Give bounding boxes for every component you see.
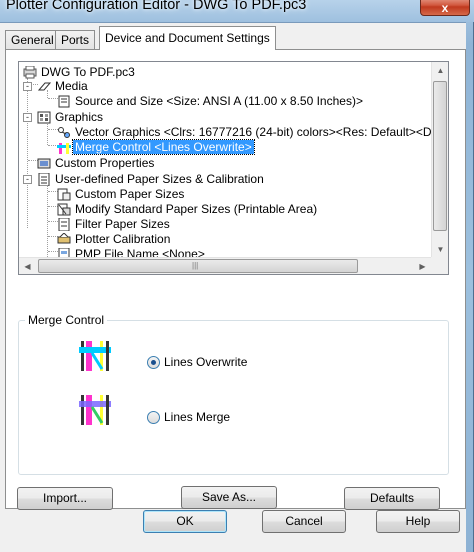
- tree-horizontal-scrollbar[interactable]: ◀ ||| ▶: [19, 257, 431, 274]
- import-button[interactable]: Import...: [17, 487, 113, 510]
- tree-item-label: Vector Graphics <Clrs: 16777216 (24-bit)…: [75, 125, 449, 139]
- tree-item-source-size[interactable]: Source and Size <Size: ANSI A (11.00 x 8…: [57, 94, 365, 109]
- tree-item-custom-properties[interactable]: Custom Properties: [37, 156, 156, 171]
- tree-item-custom-paper-sizes[interactable]: Custom Paper Sizes: [57, 187, 186, 202]
- cancel-button[interactable]: Cancel: [262, 510, 346, 533]
- vector-graphics-icon: [58, 127, 70, 138]
- radio-unchecked-icon[interactable]: [147, 411, 160, 424]
- settings-tree[interactable]: DWG To PDF.pc3 - Media Source and Size <…: [18, 61, 449, 275]
- tree-item-root[interactable]: DWG To PDF.pc3: [23, 65, 137, 80]
- tree-item-label: Custom Properties: [55, 156, 155, 170]
- tree-item-modify-paper-sizes[interactable]: Modify Standard Paper Sizes (Printable A…: [57, 202, 319, 217]
- merge-control-group: Merge Control Lines Overwrite Lines Merg…: [18, 313, 449, 475]
- tab-device-document-settings[interactable]: Device and Document Settings: [99, 26, 276, 50]
- source-size-icon: [58, 95, 70, 108]
- scroll-up-icon[interactable]: ▲: [432, 62, 448, 79]
- filter-paper-icon: [58, 218, 70, 231]
- media-icon: [37, 82, 51, 91]
- grip-icon: |||: [192, 261, 199, 270]
- tree-item-filter-paper-sizes[interactable]: Filter Paper Sizes: [57, 217, 172, 232]
- tree-item-label: Custom Paper Sizes: [75, 187, 185, 201]
- paper-sizes-icon: [38, 173, 50, 186]
- tree-item-label: Media: [55, 79, 88, 93]
- calibration-icon: [57, 233, 71, 244]
- custom-properties-icon: [37, 158, 51, 169]
- tree-item-graphics[interactable]: Graphics: [37, 110, 105, 125]
- close-icon: x: [441, 1, 449, 15]
- collapse-icon[interactable]: -: [23, 175, 32, 184]
- tree-item-vector-graphics[interactable]: Vector Graphics <Clrs: 16777216 (24-bit)…: [57, 125, 449, 140]
- tree-item-label: User-defined Paper Sizes & Calibration: [55, 172, 264, 186]
- tab-panel: DWG To PDF.pc3 - Media Source and Size <…: [5, 49, 466, 510]
- tab-label: Device and Document Settings: [105, 31, 270, 45]
- plotter-icon: [23, 66, 37, 79]
- window-title: Plotter Configuration Editor - DWG To PD…: [6, 0, 307, 13]
- tab-general[interactable]: General: [5, 30, 60, 50]
- scroll-down-icon[interactable]: ▼: [432, 241, 448, 258]
- lines-overwrite-icon: [78, 339, 112, 373]
- tree-item-label: Modify Standard Paper Sizes (Printable A…: [75, 202, 318, 216]
- tree-item-label: Plotter Calibration: [75, 232, 171, 246]
- tree-item-label: Filter Paper Sizes: [75, 217, 170, 231]
- tree-item-label: Graphics: [55, 110, 104, 124]
- scroll-left-icon[interactable]: ◀: [19, 258, 36, 274]
- merge-control-icon: [57, 143, 71, 154]
- tree-item-label: Source and Size <Size: ANSI A (11.00 x 8…: [75, 94, 363, 108]
- vertical-scroll-thumb[interactable]: [433, 81, 447, 231]
- tree-item-user-defined-paper[interactable]: User-defined Paper Sizes & Calibration: [37, 172, 266, 187]
- tab-label: General: [11, 33, 54, 47]
- help-button[interactable]: Help: [376, 510, 460, 533]
- tree-item-media[interactable]: Media: [37, 79, 90, 94]
- tree-vertical-scrollbar[interactable]: ▲ ▼: [431, 62, 448, 258]
- close-button[interactable]: x: [420, 0, 470, 16]
- tab-label: Ports: [61, 33, 90, 47]
- save-as-button[interactable]: Save As...: [181, 486, 277, 509]
- group-title: Merge Control: [25, 313, 108, 327]
- defaults-button[interactable]: Defaults: [344, 487, 440, 510]
- tree-item-plotter-calibration[interactable]: Plotter Calibration: [57, 232, 172, 247]
- ok-button[interactable]: OK: [143, 510, 227, 533]
- tree-item-label: DWG To PDF.pc3: [41, 65, 135, 79]
- horizontal-scroll-thumb[interactable]: |||: [38, 259, 358, 273]
- graphics-icon: [37, 111, 51, 124]
- collapse-icon[interactable]: -: [23, 82, 32, 91]
- title-bar[interactable]: Plotter Configuration Editor - DWG To PD…: [0, 0, 474, 22]
- tree-item-label: Merge Control <Lines Overwrite>: [72, 139, 255, 155]
- collapse-icon[interactable]: -: [23, 113, 32, 122]
- radio-label: Lines Merge: [164, 410, 231, 424]
- custom-paper-icon: [57, 188, 71, 201]
- tab-ports[interactable]: Ports: [55, 30, 96, 50]
- tree-item-merge-control[interactable]: Merge Control <Lines Overwrite>: [57, 139, 255, 155]
- lines-merge-icon: [78, 393, 112, 427]
- radio-checked-icon[interactable]: [147, 356, 160, 369]
- modify-paper-icon: [57, 203, 71, 216]
- radio-label: Lines Overwrite: [164, 355, 248, 369]
- scroll-right-icon[interactable]: ▶: [414, 258, 431, 274]
- dialog-client-area: General Ports Device and Document Settin…: [0, 22, 466, 552]
- window-frame: Plotter Configuration Editor - DWG To PD…: [0, 0, 474, 552]
